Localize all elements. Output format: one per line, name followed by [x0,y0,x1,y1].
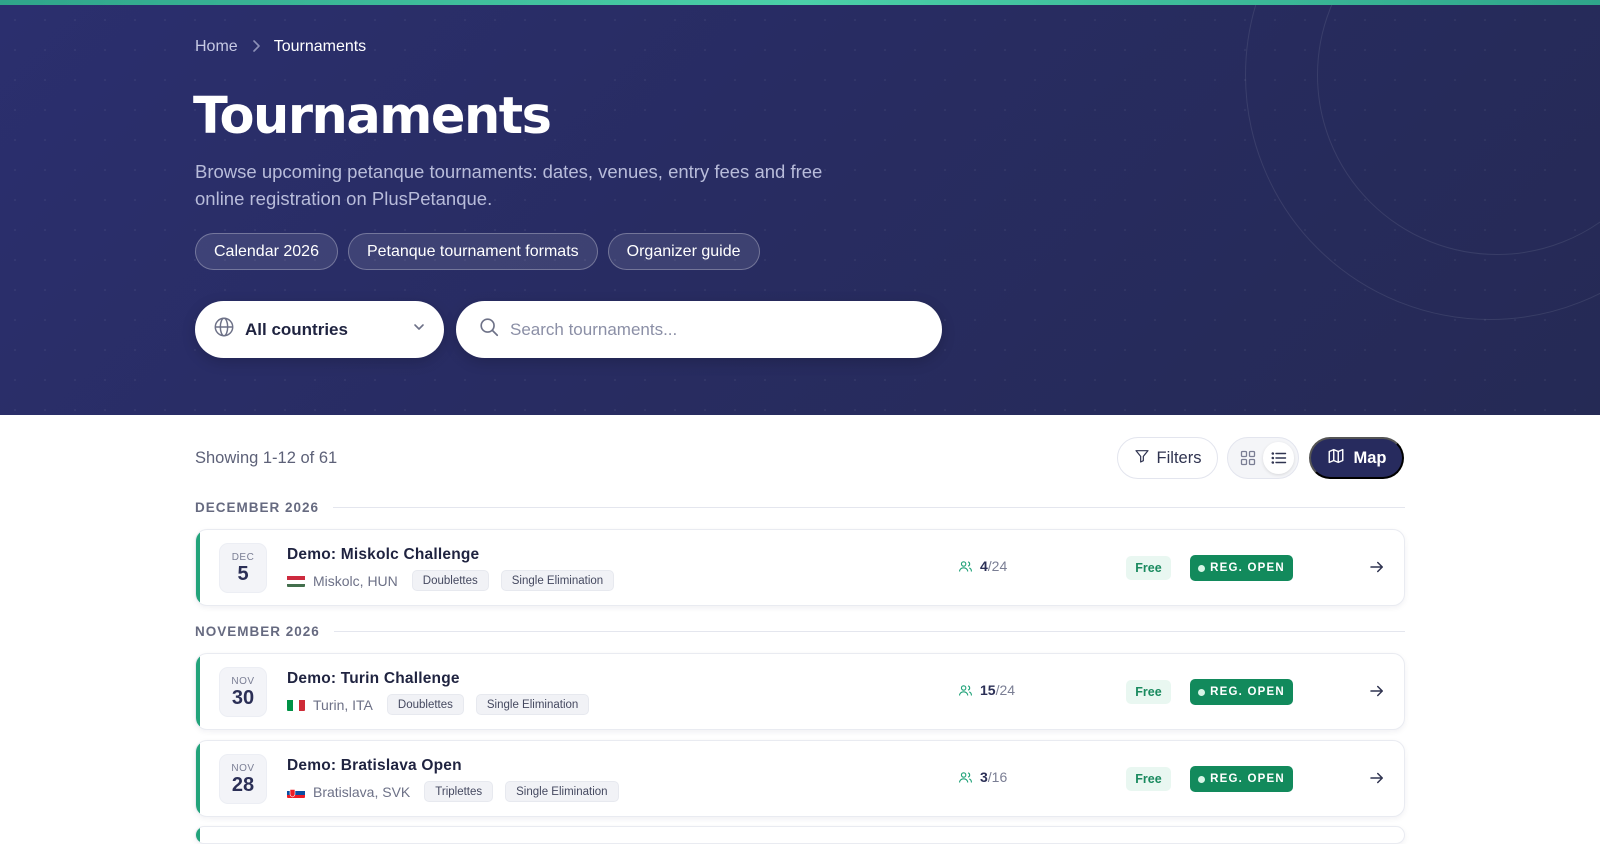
tournament-card[interactable]: NOV 28 Demo: Bratislava Open Bratislava,… [195,740,1405,817]
globe-icon [213,316,235,343]
divider [333,631,1405,632]
status-badge: REG. OPEN [1190,679,1293,705]
tournament-name[interactable]: Demo: Turin Challenge [287,670,460,688]
list-icon [1270,452,1286,464]
date-badge: DEC 5 [219,543,267,593]
fee-badge: Free [1126,767,1171,791]
tournament-meta: Bratislava, SVK Triplettes Single Elimin… [287,781,623,802]
card-accent [196,654,200,729]
tournament-name[interactable]: Demo: Miskolc Challenge [287,546,479,564]
registered-count: 15 [980,682,996,698]
users-icon [959,771,972,783]
hungary-flag-icon [287,575,305,587]
divider [333,507,1405,508]
registered-count: 3 [980,769,988,785]
arrow-right-icon[interactable] [1368,682,1386,705]
filters-button[interactable]: Filters [1117,437,1218,479]
status-dot-icon [1198,775,1206,783]
date-day: 28 [231,773,255,796]
tournament-card-partial[interactable] [195,826,1405,844]
bracket-tag: Single Elimination [475,694,590,715]
page-title: Tournaments [193,87,552,146]
grid-view-button[interactable] [1232,442,1263,474]
month-label: NOVEMBER 2026 [195,624,320,639]
grid-icon [1240,450,1255,466]
players-count: 4/24 [958,558,1007,574]
breadcrumb-current: Tournaments [273,38,367,55]
capacity: /24 [995,682,1016,698]
status-badge: REG. OPEN [1190,766,1293,792]
search-input[interactable] [510,319,910,340]
date-badge: NOV 28 [219,754,267,804]
players-count: 3/16 [958,769,1007,785]
capacity: /16 [987,769,1008,785]
tournament-meta: Miskolc, HUN Doublettes Single Eliminati… [287,570,618,591]
users-icon [959,684,972,696]
date-month: NOV [231,762,255,774]
fee-badge: Free [1126,556,1171,580]
date-day: 30 [231,686,255,709]
quick-links: Calendar 2026 Petanque tournament format… [195,233,760,270]
month-label: DECEMBER 2026 [195,500,320,515]
view-toggle [1227,437,1299,479]
page-subtitle: Browse upcoming petanque tournaments: da… [195,161,823,209]
filter-icon [1134,448,1150,469]
map-button[interactable]: Map [1309,437,1404,479]
date-badge: NOV 30 [219,667,267,717]
list-view-button[interactable] [1263,442,1294,474]
registered-count: 4 [980,558,988,574]
map-button-label: Map [1353,448,1387,467]
card-accent [196,827,200,843]
date-month: NOV [231,675,255,687]
date-day: 5 [237,562,249,585]
tournament-name[interactable]: Demo: Bratislava Open [287,757,462,775]
slovakia-flag-icon [287,786,305,798]
month-header: DECEMBER 2026 [195,500,1405,515]
map-icon [1327,447,1345,470]
filters-button-label: Filters [1156,448,1202,467]
chip-organizer-guide[interactable]: Organizer guide [607,233,760,270]
chevron-right-icon [252,39,260,55]
status-dot-icon [1198,688,1206,696]
month-header: NOVEMBER 2026 [195,624,1405,639]
search-box [456,301,942,358]
tournament-meta: Turin, ITA Doublettes Single Elimination [287,694,593,715]
breadcrumb-home-link[interactable]: Home [195,38,238,56]
tournament-location: Turin, ITA [313,696,373,713]
status-label: REG. OPEN [1210,773,1285,785]
fee-badge: Free [1126,680,1171,704]
tournament-card[interactable]: DEC 5 Demo: Miskolc Challenge Miskolc, H… [195,529,1405,606]
hero-banner: Home Tournaments Tournaments Browse upco… [0,5,1600,415]
format-tag: Triplettes [424,781,494,802]
tournament-location: Miskolc, HUN [313,572,398,589]
country-select[interactable]: All countries [195,301,444,358]
arrow-right-icon[interactable] [1368,769,1386,792]
breadcrumb: Home Tournaments [195,38,366,56]
bracket-tag: Single Elimination [505,781,619,802]
chip-tournament-formats[interactable]: Petanque tournament formats [347,233,598,270]
capacity: /24 [987,558,1008,574]
users-icon [959,560,972,572]
card-accent [196,530,200,605]
status-label: REG. OPEN [1210,686,1285,698]
status-badge: REG. OPEN [1190,555,1293,581]
arrow-right-icon[interactable] [1368,558,1386,581]
search-icon [478,316,500,343]
italy-flag-icon [287,699,305,711]
status-dot-icon [1198,564,1206,572]
chevron-down-icon [412,320,426,339]
card-accent [196,741,200,816]
results-count: Showing 1-12 of 61 [195,449,338,467]
tournament-location: Bratislava, SVK [313,783,411,800]
chip-calendar-2026[interactable]: Calendar 2026 [195,233,338,270]
date-month: DEC [231,551,255,563]
format-tag: Doublettes [411,570,489,591]
country-select-value: All countries [245,319,348,339]
bracket-tag: Single Elimination [500,570,615,591]
players-count: 15/24 [958,682,1015,698]
tournament-card[interactable]: NOV 30 Demo: Turin Challenge Turin, ITA … [195,653,1405,730]
format-tag: Doublettes [386,694,464,715]
status-label: REG. OPEN [1210,562,1285,574]
